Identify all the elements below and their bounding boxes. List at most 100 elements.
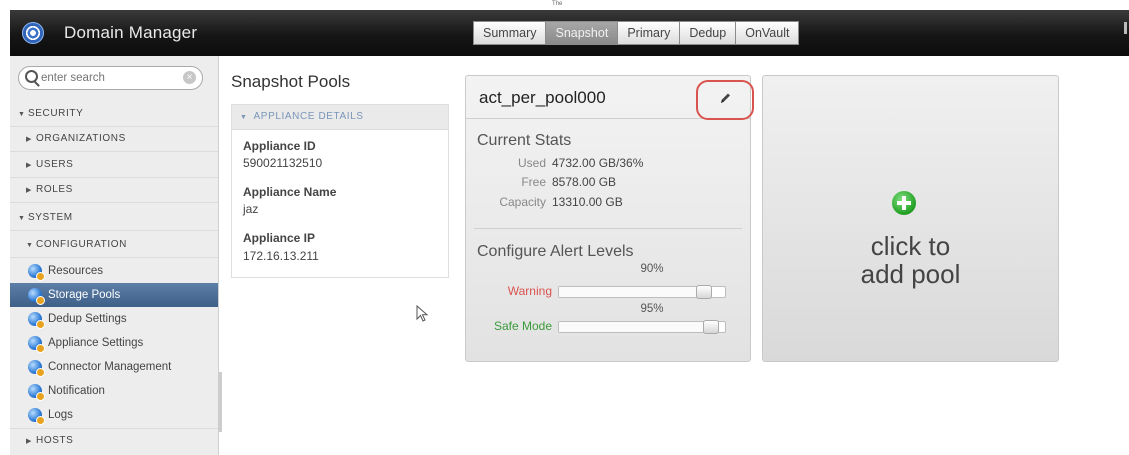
mouse-cursor-icon xyxy=(416,305,429,322)
globe-gear-icon xyxy=(28,360,45,377)
appliance-ip-value: 172.16.13.211 xyxy=(243,249,319,263)
divider xyxy=(474,228,742,229)
search-input[interactable] xyxy=(39,69,183,87)
sidebar-item-label: Resources xyxy=(48,265,103,277)
warning-percent: 90% xyxy=(640,263,664,275)
sidebar-item-notification[interactable]: Notification xyxy=(10,379,218,403)
search-icon xyxy=(25,70,38,83)
tab-onvault[interactable]: OnVault xyxy=(735,21,800,45)
current-stats-title: Current Stats xyxy=(477,132,572,149)
sidebar-item-label: Dedup Settings xyxy=(48,313,127,325)
globe-gear-icon xyxy=(28,288,45,305)
capacity-label: Capacity xyxy=(499,195,546,209)
safe-mode-slider-handle[interactable] xyxy=(703,320,719,334)
sidebar-item-storage-pools[interactable]: Storage Pools xyxy=(10,283,218,307)
warning-label: Warning xyxy=(507,284,552,298)
sidebar: × ▼SECURITY ▶ORGANIZATIONS ▶USERS ▶ROLES… xyxy=(10,56,222,455)
clear-icon[interactable]: × xyxy=(183,71,196,84)
sidebar-item-resources[interactable]: Resources xyxy=(10,259,218,283)
globe-gear-icon xyxy=(28,384,45,401)
app-header: Domain Manager Summary Snapshot Primary … xyxy=(10,10,1129,56)
view-tabs: Summary Snapshot Primary Dedup OnVault xyxy=(473,21,800,45)
appliance-name-value: jaz xyxy=(243,202,259,216)
warning-slider[interactable] xyxy=(558,285,726,299)
sidebar-item-configuration[interactable]: ▼ CONFIGURATION xyxy=(10,233,218,258)
collapse-down-icon: ▼ xyxy=(18,215,26,222)
warning-slider-handle[interactable] xyxy=(696,285,712,299)
pool-card: act_per_pool000 Current Stats Used 4732.… xyxy=(465,75,754,362)
appliance-id-label: Appliance ID xyxy=(243,139,316,153)
sidebar-item-roles[interactable]: ▶ ROLES xyxy=(10,178,218,203)
sidebar-item-label: Notification xyxy=(48,385,105,397)
add-pool-line-2: add pool xyxy=(860,259,961,289)
globe-gear-icon xyxy=(28,408,45,425)
safe-mode-percent: 95% xyxy=(640,303,664,315)
search-box: × xyxy=(18,66,203,90)
appliance-ip-label: Appliance IP xyxy=(243,231,316,245)
sidebar-item-label: Storage Pools xyxy=(48,289,121,301)
sidebar-item-label: HOSTS xyxy=(36,435,74,446)
globe-gear-icon xyxy=(28,336,45,353)
sidebar-item-users[interactable]: ▶ USERS xyxy=(10,153,218,178)
sidebar-item-system[interactable]: ▼ SYSTEM xyxy=(10,206,218,231)
sidebar-item-security[interactable]: ▼ SECURITY xyxy=(10,102,218,127)
sidebar-item-connector-management[interactable]: Connector Management xyxy=(10,355,218,379)
add-pool-text: click to add pool xyxy=(763,232,1058,288)
sidebar-item-logs[interactable]: Logs xyxy=(10,403,218,427)
add-pool-line-1: click to xyxy=(870,231,951,261)
app-title: Domain Manager xyxy=(64,23,198,42)
expand-right-icon: ▶ xyxy=(26,438,32,445)
expand-right-icon: ▶ xyxy=(26,136,32,143)
collapse-down-icon: ▼ xyxy=(240,114,248,121)
appliance-details-header: APPLIANCE DETAILS xyxy=(253,111,364,122)
pool-name: act_per_pool000 xyxy=(479,88,606,107)
sidebar-item-label: ORGANIZATIONS xyxy=(36,133,126,144)
safe-mode-slider[interactable] xyxy=(558,320,726,334)
appliance-details-panel: ▼ APPLIANCE DETAILS Appliance ID 59002113… xyxy=(231,104,449,278)
sidebar-item-label: Logs xyxy=(48,409,73,421)
sidebar-item-label: ROLES xyxy=(36,184,73,195)
sidebar-item-dedup-settings[interactable]: Dedup Settings xyxy=(10,307,218,331)
alert-levels-title: Configure Alert Levels xyxy=(477,243,634,260)
tab-primary[interactable]: Primary xyxy=(617,21,681,45)
edit-highlight xyxy=(696,80,754,120)
pencil-icon[interactable] xyxy=(718,89,732,107)
sidebar-scrollbar[interactable] xyxy=(218,372,222,432)
sidebar-item-label: SYSTEM xyxy=(28,212,73,223)
sidebar-item-label: SECURITY xyxy=(28,108,84,119)
tab-summary[interactable]: Summary xyxy=(473,21,547,45)
pool-card-header: act_per_pool000 xyxy=(466,76,754,120)
add-pool-card[interactable]: click to add pool xyxy=(762,75,1059,362)
globe-gear-icon xyxy=(28,312,45,329)
top-note-text: The xyxy=(552,1,563,7)
capacity-value: 13310.00 GB xyxy=(552,195,623,209)
globe-gear-icon xyxy=(28,264,45,281)
free-label: Free xyxy=(521,175,546,189)
sidebar-item-label: USERS xyxy=(36,159,74,170)
sidebar-item-appliance-settings[interactable]: Appliance Settings xyxy=(10,331,218,355)
appliance-name-label: Appliance Name xyxy=(243,185,337,199)
expand-right-icon: ▶ xyxy=(26,187,32,194)
appliance-id-value: 590021132510 xyxy=(243,156,323,170)
appliance-details-toggle[interactable]: ▼ APPLIANCE DETAILS xyxy=(232,105,448,130)
used-label: Used xyxy=(517,156,546,170)
tab-dedup[interactable]: Dedup xyxy=(679,21,737,45)
sidebar-item-organizations[interactable]: ▶ ORGANIZATIONS xyxy=(10,127,218,152)
collapse-down-icon: ▼ xyxy=(18,111,26,118)
safe-mode-label: Safe Mode xyxy=(493,319,552,333)
slider-fill xyxy=(559,322,703,332)
free-value: 8578.00 GB xyxy=(552,175,617,189)
top-note: The xyxy=(0,0,1129,10)
sidebar-item-label: CONFIGURATION xyxy=(36,239,127,250)
tab-snapshot[interactable]: Snapshot xyxy=(545,21,619,45)
used-value: 4732.00 GB/36% xyxy=(552,156,644,170)
sidebar-item-label: Appliance Settings xyxy=(48,337,144,349)
slider-fill xyxy=(559,287,696,297)
page-title: Snapshot Pools xyxy=(231,72,351,91)
sidebar-item-label: Connector Management xyxy=(48,361,172,373)
expand-right-icon: ▶ xyxy=(26,162,32,169)
sidebar-item-hosts[interactable]: ▶ HOSTS xyxy=(10,428,218,453)
header-edge-mark xyxy=(1124,22,1127,34)
domain-manager-logo-icon xyxy=(22,22,44,44)
collapse-down-icon: ▼ xyxy=(26,242,34,249)
